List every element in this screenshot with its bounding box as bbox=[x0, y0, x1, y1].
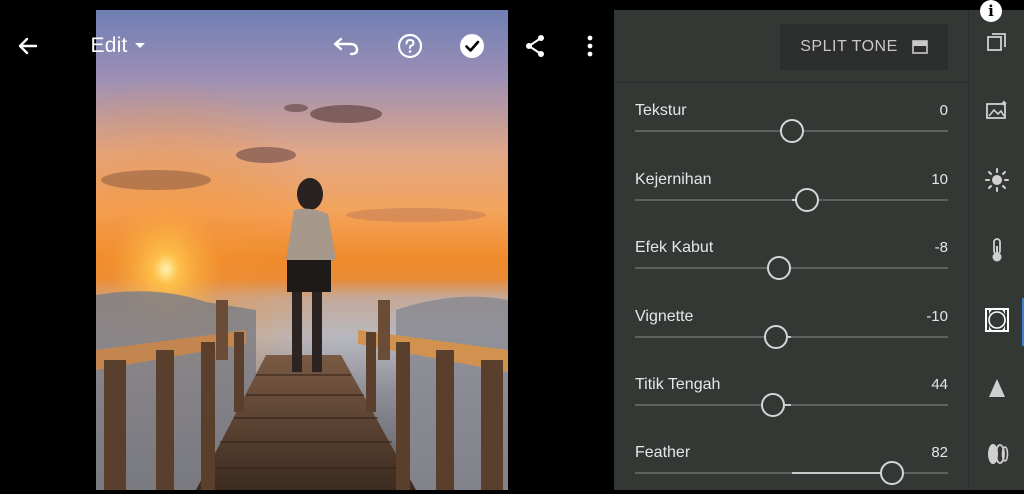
help-icon bbox=[397, 33, 423, 59]
split-tone-label: SPLIT TONE bbox=[800, 38, 898, 55]
slider-value: 0 bbox=[939, 102, 948, 119]
split-tone-button[interactable]: SPLIT TONE bbox=[780, 24, 948, 70]
slider-label: Feather bbox=[635, 444, 691, 461]
slider-value: -8 bbox=[934, 239, 948, 256]
effects-panel: SPLIT TONE Tekstur 0 Kejernihan 10 Efek … bbox=[614, 10, 968, 490]
auto-image-icon[interactable] bbox=[983, 96, 1011, 124]
apply-button[interactable] bbox=[452, 26, 492, 66]
more-options-button[interactable] bbox=[570, 26, 610, 66]
slider-thumb[interactable] bbox=[879, 461, 904, 485]
slider-thumb[interactable] bbox=[760, 393, 785, 417]
slider-label: Tekstur bbox=[635, 102, 687, 119]
slider-row-efek-kabut: Efek Kabut -8 bbox=[635, 239, 948, 289]
slider-label: Efek Kabut bbox=[635, 239, 714, 256]
undo-icon bbox=[333, 37, 359, 56]
info-icon[interactable]: i bbox=[980, 0, 1002, 22]
vignette-effects-icon[interactable] bbox=[983, 306, 1011, 334]
top-toolbar: Edit bbox=[0, 0, 610, 90]
slider-track[interactable] bbox=[635, 188, 948, 212]
slider-value: 82 bbox=[931, 444, 948, 461]
presets-stack-icon[interactable] bbox=[983, 28, 1011, 56]
share-icon bbox=[526, 35, 544, 57]
slider-thumb[interactable] bbox=[795, 188, 820, 212]
undo-button[interactable] bbox=[326, 26, 366, 66]
dropdown-caret-icon bbox=[134, 43, 145, 48]
slider-track[interactable] bbox=[635, 393, 948, 417]
slider-track[interactable] bbox=[635, 256, 948, 280]
slider-fill bbox=[791, 472, 892, 474]
slider-thumb[interactable] bbox=[763, 325, 788, 349]
split-tone-icon bbox=[911, 40, 928, 54]
slider-value: -10 bbox=[926, 308, 948, 325]
edit-mode-dropdown[interactable]: Edit bbox=[82, 26, 154, 66]
slider-thumb[interactable] bbox=[766, 256, 791, 280]
slider-track[interactable] bbox=[635, 461, 948, 485]
slider-row-vignette: Vignette -10 bbox=[635, 308, 948, 358]
slider-thumb[interactable] bbox=[779, 119, 804, 143]
detail-triangle-icon[interactable] bbox=[983, 374, 1011, 402]
slider-row-kejernihan: Kejernihan 10 bbox=[635, 171, 948, 221]
slider-track[interactable] bbox=[635, 325, 948, 349]
slider-label: Titik Tengah bbox=[635, 376, 721, 393]
light-sun-icon[interactable] bbox=[983, 166, 1011, 194]
help-button[interactable] bbox=[390, 26, 430, 66]
slider-label: Kejernihan bbox=[635, 171, 712, 188]
optics-lens-icon[interactable] bbox=[983, 440, 1011, 468]
share-button[interactable] bbox=[515, 26, 555, 66]
tool-rail bbox=[968, 10, 1024, 490]
slider-track[interactable] bbox=[635, 119, 948, 143]
slider-value: 10 bbox=[931, 171, 948, 188]
slider-row-titik-tengah: Titik Tengah 44 bbox=[635, 376, 948, 426]
color-temperature-icon[interactable] bbox=[983, 236, 1011, 264]
more-vert-icon bbox=[587, 35, 593, 57]
back-button[interactable] bbox=[8, 26, 48, 66]
back-arrow-icon bbox=[18, 37, 38, 55]
panel-header: SPLIT TONE bbox=[614, 10, 968, 83]
edit-mode-label: Edit bbox=[90, 34, 128, 57]
slider-row-tekstur: Tekstur 0 bbox=[635, 102, 948, 152]
slider-value: 44 bbox=[931, 376, 948, 393]
slider-label: Vignette bbox=[635, 308, 694, 325]
checkmark-icon bbox=[460, 34, 484, 58]
slider-row-feather: Feather 82 bbox=[635, 444, 948, 494]
